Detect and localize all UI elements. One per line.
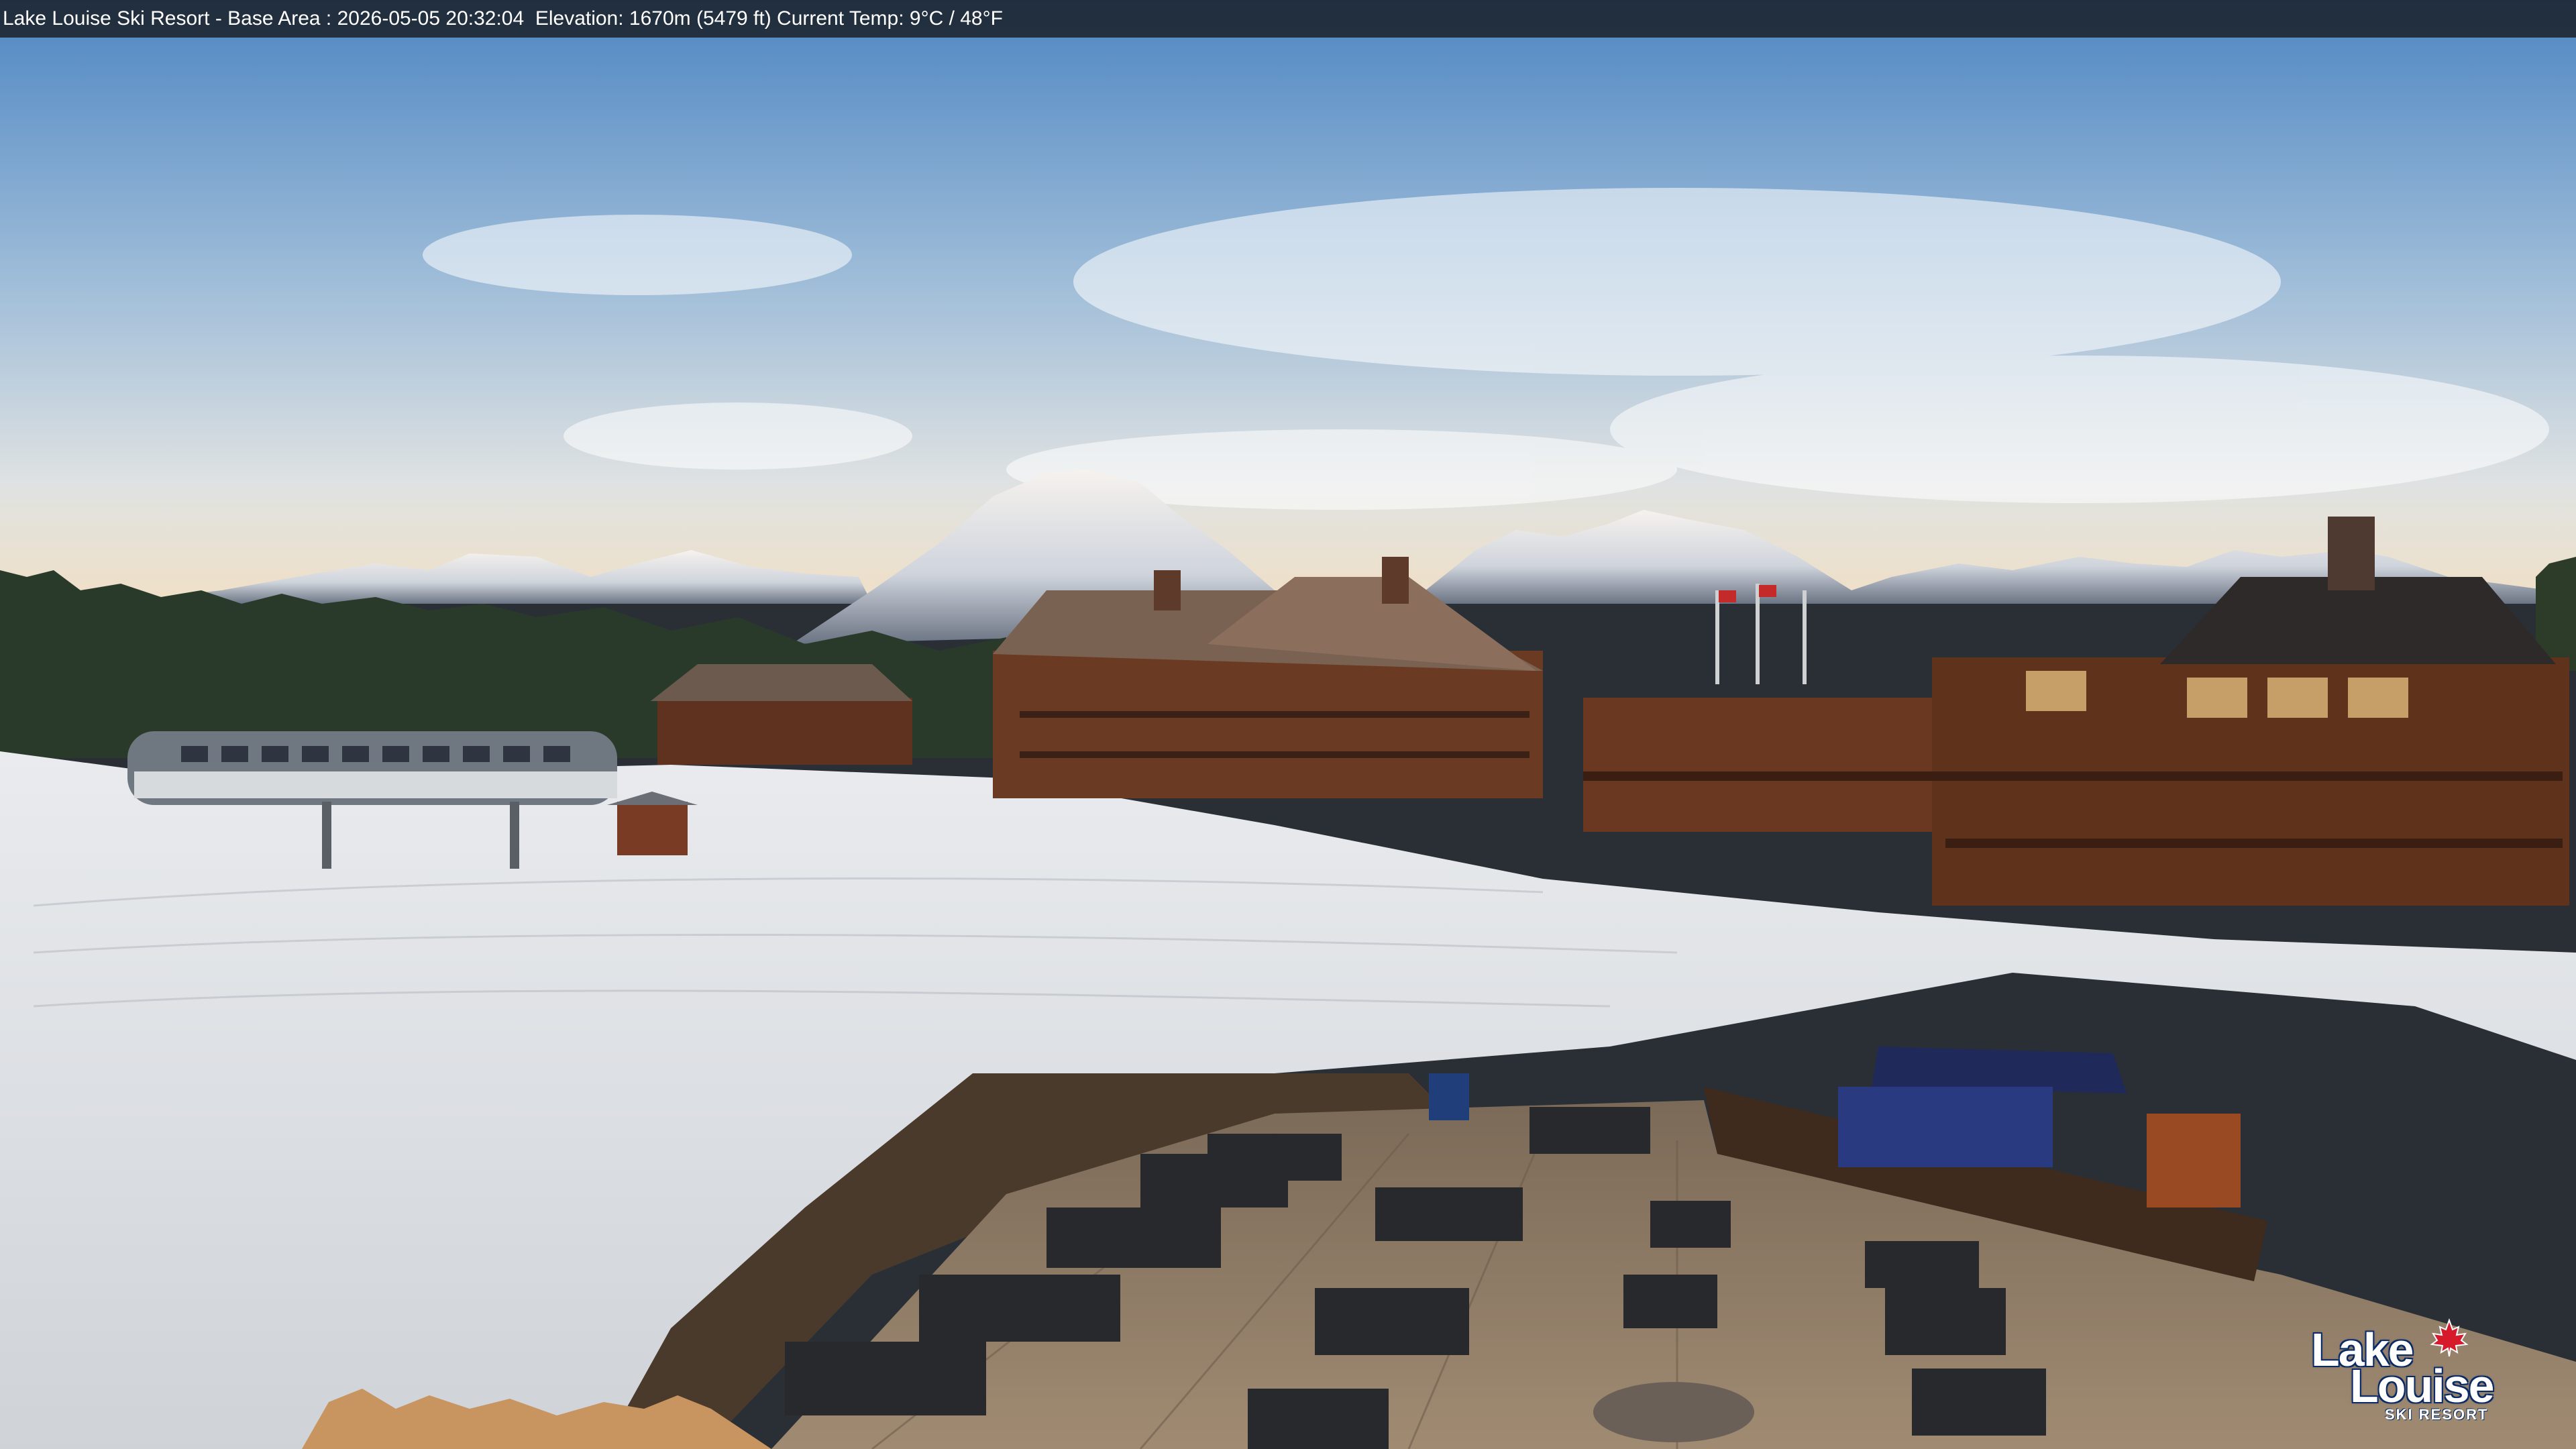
webcam-scene	[0, 0, 2576, 1449]
patio-tent	[1838, 1046, 2127, 1167]
logo-line-2: Louise	[2350, 1360, 2495, 1412]
fire-pit	[1593, 1382, 1754, 1442]
webcam-caption: Lake Louise Ski Resort - Base Area : 202…	[0, 0, 2576, 38]
hut	[2147, 1114, 2241, 1208]
maple-leaf-icon	[2430, 1318, 2469, 1357]
lake-louise-logo: Lake Louise SKI RESORT	[2311, 1318, 2506, 1424]
small-lodge	[651, 664, 912, 765]
logo-line-3: SKI RESORT	[2385, 1406, 2489, 1423]
